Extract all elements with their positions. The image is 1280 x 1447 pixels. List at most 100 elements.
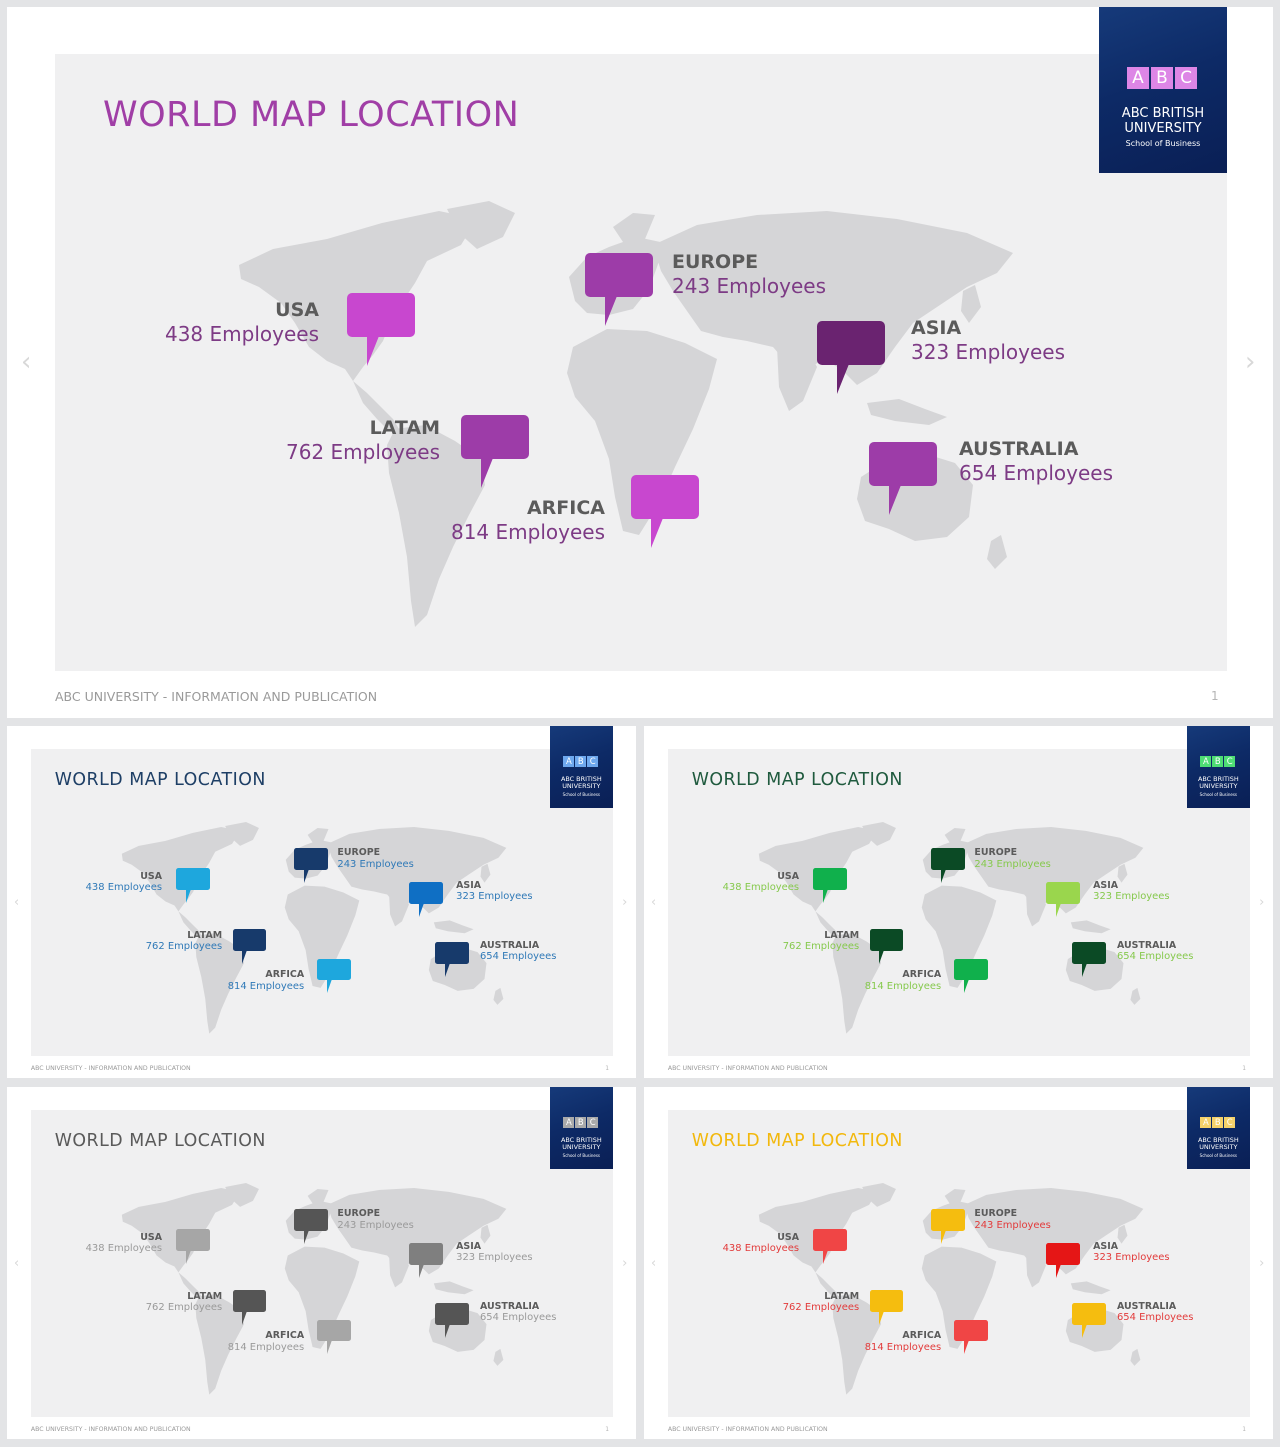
- employee-count: 654 Employees: [1116, 951, 1194, 963]
- pin-pointer: [963, 979, 969, 994]
- location-pin-usa[interactable]: [347, 293, 415, 367]
- location-pin-latam[interactable]: [232, 1289, 267, 1327]
- location-pin-asia[interactable]: [409, 1243, 444, 1280]
- region-label-australia: AUSTRALIA 654 Employees: [959, 438, 1113, 485]
- slide-2[interactable]: WORLD MAP LOCATION ABC UNIVERSITY - INFOR…: [7, 726, 636, 1078]
- region-label-usa: USA 438 Employees: [723, 871, 799, 894]
- pin-bubble: [585, 253, 653, 297]
- region-name: LATAM: [187, 1290, 223, 1302]
- logo-letter-tile: A: [563, 755, 575, 767]
- continent-shape: [1071, 1281, 1112, 1295]
- next-slide-icon[interactable]: ›: [1259, 1256, 1264, 1271]
- employee-count: 762 Employees: [145, 1302, 223, 1314]
- location-pin-arfica[interactable]: [317, 958, 351, 996]
- region-label-latam: LATAM 762 Employees: [146, 930, 222, 953]
- university-logo: A B C ABC BRITISH UNIVERSITY School of Busin…: [549, 726, 614, 809]
- employee-count: 814 Employees: [227, 980, 305, 992]
- location-pin-arfica[interactable]: [954, 958, 988, 996]
- prev-slide-icon[interactable]: ‹: [21, 347, 31, 377]
- employee-count: 762 Employees: [285, 439, 440, 464]
- location-pin-asia[interactable]: [817, 321, 885, 395]
- slide-footer: ABC UNIVERSITY - INFORMATION AND PUBLICA…: [667, 1064, 828, 1072]
- location-pin-europe[interactable]: [294, 1209, 328, 1246]
- logo-letter-tile: C: [587, 755, 599, 767]
- logo-letter-tile: C: [1224, 1116, 1236, 1128]
- prev-slide-icon[interactable]: ‹: [14, 895, 19, 910]
- location-pin-australia[interactable]: [1072, 942, 1107, 979]
- location-pin-arfica[interactable]: [631, 475, 699, 549]
- prev-slide-icon[interactable]: ‹: [651, 1256, 656, 1271]
- pin-bubble: [409, 1243, 444, 1265]
- pin-bubble: [954, 958, 988, 981]
- location-pin-usa[interactable]: [812, 868, 847, 905]
- location-pin-europe[interactable]: [931, 1209, 965, 1246]
- slide-4[interactable]: WORLD MAP LOCATION ABC UNIVERSITY - INFOR…: [7, 1087, 636, 1439]
- pin-pointer: [605, 296, 617, 326]
- location-pin-australia[interactable]: [1072, 1303, 1107, 1340]
- region-name: LATAM: [824, 929, 860, 941]
- region-name: USA: [140, 871, 163, 883]
- page-number: 1: [1242, 1064, 1246, 1072]
- pin-pointer: [481, 458, 493, 488]
- employee-count: 323 Employees: [1093, 1252, 1170, 1264]
- region-label-asia: ASIA 323 Employees: [911, 317, 1065, 364]
- slide-3[interactable]: WORLD MAP LOCATION ABC UNIVERSITY - INFOR…: [644, 726, 1273, 1078]
- prev-slide-icon[interactable]: ‹: [651, 895, 656, 910]
- location-pin-australia[interactable]: [435, 1303, 470, 1340]
- employee-count: 438 Employees: [722, 1243, 800, 1255]
- region-label-europe: EUROPE 243 Employees: [337, 1208, 413, 1231]
- continent-shape: [987, 535, 1007, 569]
- logo-name: ABC BRITISH UNIVERSITY: [560, 774, 602, 791]
- location-pin-europe[interactable]: [931, 848, 965, 885]
- pin-pointer: [941, 1230, 947, 1245]
- pin-bubble: [954, 1319, 988, 1342]
- next-slide-icon[interactable]: ›: [622, 895, 627, 910]
- logo-letter-tile: A: [563, 1116, 575, 1128]
- pin-pointer: [1056, 1263, 1062, 1278]
- region-label-arfica: ARFICA 814 Employees: [228, 969, 304, 992]
- location-pin-arfica[interactable]: [317, 1319, 351, 1357]
- pin-pointer: [242, 949, 248, 964]
- location-pin-usa[interactable]: [812, 1229, 847, 1266]
- slide-5[interactable]: WORLD MAP LOCATION ABC UNIVERSITY - INFOR…: [644, 1087, 1273, 1439]
- pin-bubble: [294, 1209, 328, 1232]
- pin-bubble: [1046, 882, 1081, 904]
- location-pin-latam[interactable]: [232, 928, 267, 966]
- location-pin-latam[interactable]: [869, 1289, 904, 1327]
- location-pin-asia[interactable]: [1046, 1243, 1081, 1280]
- location-pin-australia[interactable]: [869, 442, 937, 516]
- location-pin-europe[interactable]: [294, 848, 328, 885]
- region-label-arfica: ARFICA 814 Employees: [865, 1330, 941, 1353]
- employee-count: 243 Employees: [974, 1219, 1051, 1231]
- pin-bubble: [817, 321, 885, 365]
- location-pin-latam[interactable]: [461, 415, 529, 489]
- pin-bubble: [931, 1209, 965, 1232]
- location-pin-europe[interactable]: [585, 253, 653, 327]
- location-pin-usa[interactable]: [175, 1229, 210, 1266]
- logo-name: ABC BRITISH UNIVERSITY: [1121, 106, 1205, 136]
- location-pin-asia[interactable]: [409, 882, 444, 919]
- location-pin-australia[interactable]: [435, 942, 470, 979]
- next-slide-icon[interactable]: ›: [622, 1256, 627, 1271]
- region-name: LATAM: [824, 1290, 860, 1302]
- pin-pointer: [304, 869, 310, 884]
- page-title: WORLD MAP LOCATION: [103, 95, 520, 135]
- region-name: ASIA: [911, 317, 962, 339]
- region-name: ASIA: [1093, 880, 1119, 892]
- location-pin-usa[interactable]: [175, 868, 210, 905]
- pin-pointer: [445, 1323, 451, 1338]
- next-slide-icon[interactable]: ›: [1245, 347, 1255, 377]
- continent-shape: [777, 347, 817, 411]
- location-pin-asia[interactable]: [1046, 882, 1081, 919]
- pin-pointer: [879, 1310, 885, 1325]
- slide-1[interactable]: WORLD MAP LOCATION ABC UNIVERSITY - INFOR…: [7, 7, 1273, 718]
- continent-shape: [493, 1349, 504, 1367]
- continent-shape: [1026, 894, 1047, 927]
- pin-bubble: [869, 928, 904, 951]
- location-pin-latam[interactable]: [869, 928, 904, 966]
- prev-slide-icon[interactable]: ‹: [14, 1256, 19, 1271]
- employee-count: 814 Employees: [227, 1341, 305, 1353]
- university-logo: A B C ABC BRITISH UNIVERSITY School of Busin…: [1099, 7, 1227, 173]
- next-slide-icon[interactable]: ›: [1259, 895, 1264, 910]
- location-pin-arfica[interactable]: [954, 1319, 988, 1357]
